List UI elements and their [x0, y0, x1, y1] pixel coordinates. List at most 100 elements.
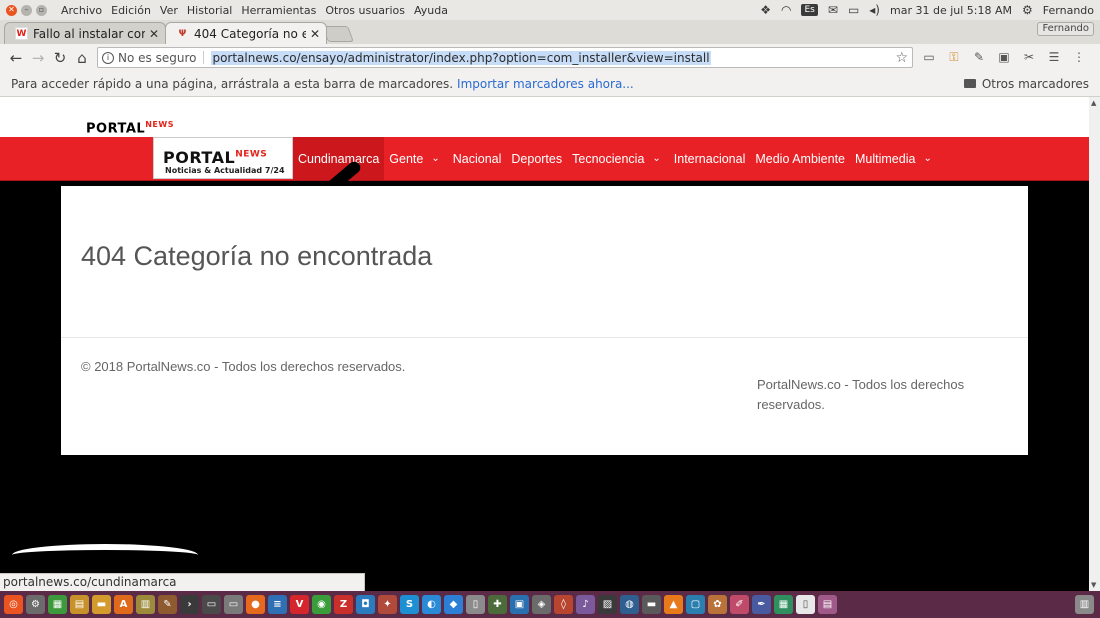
extension-icon[interactable]: ▣	[996, 50, 1012, 65]
bin-icon[interactable]: ▯	[466, 595, 485, 614]
firefox-icon[interactable]: ●	[246, 595, 265, 614]
tools-icon[interactable]: ✎	[158, 595, 177, 614]
import-bookmarks-link[interactable]: Importar marcadores ahora...	[457, 77, 634, 91]
gear-icon[interactable]: ⚙	[1022, 3, 1033, 17]
files-icon[interactable]: ▤	[70, 595, 89, 614]
graphics-icon[interactable]: ✦	[378, 595, 397, 614]
spreadsheet-icon[interactable]: ▦	[48, 595, 67, 614]
close-tab-icon[interactable]: ✕	[310, 27, 320, 41]
chevron-down-icon[interactable]: ⌄	[649, 153, 668, 164]
vivaldi-icon[interactable]: V	[290, 595, 309, 614]
nav-deportes[interactable]: Deportes	[506, 137, 567, 180]
list-icon[interactable]: ☰	[1046, 50, 1062, 65]
nav-medio-ambiente[interactable]: Medio Ambiente	[750, 137, 850, 180]
nav-internacional[interactable]: Internacional	[669, 137, 751, 180]
chat-icon[interactable]: ◐	[422, 595, 441, 614]
dropbox-icon[interactable]: ❖	[760, 3, 771, 17]
other-bookmarks-button[interactable]: Otros marcadores	[963, 77, 1089, 91]
nav-gente[interactable]: Gente	[384, 137, 428, 180]
system-tray: ❖ ◠ Es ✉ ▭ ◂) mar 31 de jul 5:18 AM ⚙ Fe…	[760, 3, 1100, 17]
keyboard-layout-indicator[interactable]: Es	[801, 4, 818, 16]
network-icon[interactable]: ✚	[488, 595, 507, 614]
info-icon[interactable]: i	[102, 51, 114, 64]
paint-icon[interactable]: ✿	[708, 595, 727, 614]
back-arrow-icon[interactable]: ←	[5, 49, 27, 67]
site-logo-small[interactable]: PORTALNEWS	[83, 116, 203, 137]
cast-icon[interactable]: ▭	[921, 50, 937, 65]
scroll-up-icon[interactable]: ▲	[1091, 99, 1096, 107]
tab-fallo-al-instalar[interactable]: W Fallo al instalar com ✕	[4, 22, 166, 44]
url-text[interactable]: portalnews.co/ensayo/administrator/index…	[211, 50, 711, 65]
window-maximize-button[interactable]: ▫	[36, 4, 47, 16]
menu-ayuda[interactable]: Ayuda	[414, 4, 448, 17]
dropbox-icon[interactable]: ◆	[444, 595, 463, 614]
gamepad-icon[interactable]: ◈	[532, 595, 551, 614]
menu-icon[interactable]: ⋮	[1071, 50, 1087, 65]
app-icon[interactable]: ▤	[818, 595, 837, 614]
scroll-down-icon[interactable]: ▼	[1091, 581, 1096, 589]
vlc-icon[interactable]: ▲	[664, 595, 683, 614]
chevron-down-icon[interactable]: ⌄	[920, 153, 939, 164]
nav-nacional[interactable]: Nacional	[448, 137, 507, 180]
page-scrollbar[interactable]: ▲ ▼	[1089, 97, 1100, 591]
scissors-icon[interactable]: ✂	[1021, 50, 1037, 65]
pen-icon[interactable]: ✒	[752, 595, 771, 614]
settings-icon[interactable]: ⚙	[26, 595, 45, 614]
photo-icon[interactable]: ▨	[598, 595, 617, 614]
close-tab-icon[interactable]: ✕	[149, 27, 159, 41]
menu-archivo[interactable]: Archivo	[61, 4, 102, 17]
address-bar[interactable]: i No es seguro portalnews.co/ensayo/admi…	[97, 47, 913, 68]
chrome-icon[interactable]: ◉	[312, 595, 331, 614]
menu-historial[interactable]: Historial	[187, 4, 232, 17]
trash-icon[interactable]: ▥	[1075, 595, 1094, 614]
clock[interactable]: mar 31 de jul 5:18 AM	[890, 4, 1012, 17]
site-nav-bar: PORTALNEWS Noticias & Actualidad 7/24 Cu…	[0, 137, 1089, 181]
menu-edicion[interactable]: Edición	[111, 4, 151, 17]
calc-icon[interactable]: ▦	[774, 595, 793, 614]
filezilla-icon[interactable]: Z	[334, 595, 353, 614]
volume-icon[interactable]: ◂)	[869, 3, 880, 17]
bookmark-star-icon[interactable]: ☆	[895, 50, 908, 66]
user-name[interactable]: Fernando	[1043, 4, 1094, 17]
font-icon[interactable]: A	[114, 595, 133, 614]
window-minimize-button[interactable]: –	[21, 4, 32, 16]
site-logo[interactable]: PORTALNEWS Noticias & Actualidad 7/24	[153, 137, 293, 179]
archive-icon[interactable]: ▥	[136, 595, 155, 614]
shield-icon[interactable]: ◊	[554, 595, 573, 614]
omnibox-separator	[203, 51, 205, 64]
monitor-icon[interactable]: ▭	[202, 595, 221, 614]
forward-arrow-icon[interactable]: →	[27, 49, 49, 67]
battery-icon[interactable]: ▭	[848, 3, 859, 17]
editor-icon[interactable]: ≡	[268, 595, 287, 614]
screenshot-icon[interactable]: ◘	[356, 595, 375, 614]
disk-icon[interactable]: ▭	[224, 595, 243, 614]
ubuntu-dash-icon[interactable]: ◎	[4, 595, 23, 614]
vm-icon[interactable]: ▣	[510, 595, 529, 614]
skype-icon[interactable]: S	[400, 595, 419, 614]
mail-icon[interactable]: ✉	[828, 3, 838, 17]
security-label[interactable]: No es seguro	[118, 51, 196, 65]
drive-icon[interactable]: ▬	[642, 595, 661, 614]
box-icon[interactable]: ▢	[686, 595, 705, 614]
menu-ver[interactable]: Ver	[160, 4, 178, 17]
folder-icon[interactable]: ▬	[92, 595, 111, 614]
reload-icon[interactable]: ↻	[49, 49, 71, 67]
brush-icon[interactable]: ✐	[730, 595, 749, 614]
menu-herramientas[interactable]: Herramientas	[241, 4, 316, 17]
profile-badge[interactable]: Fernando	[1037, 22, 1094, 36]
home-icon[interactable]: ⌂	[71, 49, 93, 67]
window-close-button[interactable]: ✕	[6, 4, 17, 16]
media-icon[interactable]: ◍	[620, 595, 639, 614]
content-divider	[61, 337, 1028, 338]
menu-otros-usuarios[interactable]: Otros usuarios	[325, 4, 405, 17]
chevron-down-icon[interactable]: ⌄	[428, 153, 447, 164]
terminal-icon[interactable]: ›	[180, 595, 199, 614]
key-icon[interactable]: ⚿	[946, 50, 962, 65]
wifi-icon[interactable]: ◠	[781, 3, 791, 17]
document-icon[interactable]: ▯	[796, 595, 815, 614]
nav-tecnociencia[interactable]: Tecnociencia	[567, 137, 649, 180]
mic-icon[interactable]: ♪	[576, 595, 595, 614]
eyedropper-icon[interactable]: ✎	[971, 50, 987, 65]
tab-404-categoria[interactable]: Ψ 404 Categoría no en ✕	[165, 22, 327, 44]
nav-multimedia[interactable]: Multimedia	[850, 137, 920, 180]
